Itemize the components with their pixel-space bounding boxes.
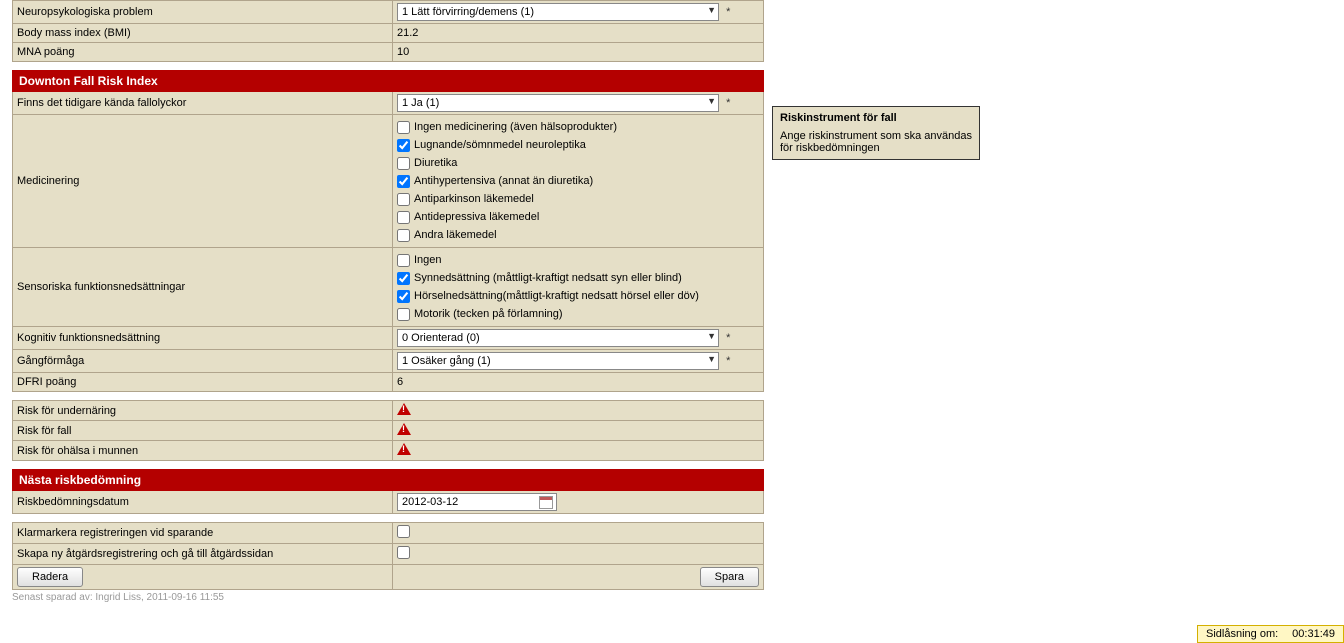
prevfall-value: 1 Ja (1) (402, 97, 439, 109)
neuro-combo-value: 1 Lätt förvirring/demens (1) (402, 6, 534, 18)
medicinering-checkbox[interactable] (397, 121, 410, 134)
tooltip-box: Riskinstrument för fall Ange riskinstrum… (772, 106, 980, 160)
medicinering-option: Antidepressiva läkemedel (397, 208, 759, 226)
next-date-input[interactable]: 2012-03-12 (397, 493, 557, 511)
medicinering-option-label: Lugnande/sömnmedel neuroleptika (414, 137, 586, 153)
top-table: Neuropsykologiska problem 1 Lätt förvirr… (12, 0, 764, 62)
medicinering-option: Diuretika (397, 154, 759, 172)
next-date-label: Riskbedömningsdatum (13, 491, 393, 514)
medicinering-option: Andra läkemedel (397, 226, 759, 244)
klar-checkbox[interactable] (397, 525, 410, 538)
kogn-combo[interactable]: 0 Orienterad (0) ▼ (397, 329, 719, 347)
bmi-label: Body mass index (BMI) (13, 24, 393, 43)
medicinering-option: Antiparkinson läkemedel (397, 190, 759, 208)
skapa-label: Skapa ny åtgärdsregistrering och gå till… (13, 544, 393, 565)
skapa-checkbox[interactable] (397, 546, 410, 559)
downton-table: Downton Fall Risk Index Finns det tidiga… (12, 70, 764, 392)
gang-value: 1 Osäker gång (1) (402, 355, 491, 367)
risk-fall-label: Risk för fall (13, 421, 393, 441)
medicinering-option-label: Antiparkinson läkemedel (414, 191, 534, 207)
sensoriska-option-label: Motorik (tecken på förlamning) (414, 306, 563, 322)
warning-icon (397, 403, 411, 415)
lock-label: Sidlåsning om: (1206, 628, 1278, 640)
radera-button[interactable]: Radera (17, 567, 83, 587)
required-icon: * (726, 355, 730, 367)
medicinering-option: Antihypertensiva (annat än diuretika) (397, 172, 759, 190)
medicinering-option: Lugnande/sömnmedel neuroleptika (397, 136, 759, 154)
sensoriska-checkbox[interactable] (397, 272, 410, 285)
bmi-value: 21.2 (397, 27, 418, 39)
kogn-value: 0 Orienterad (0) (402, 332, 480, 344)
downton-header: Downton Fall Risk Index (13, 71, 764, 92)
next-header: Nästa riskbedömning (13, 470, 764, 491)
neuro-combo[interactable]: 1 Lätt förvirring/demens (1) ▼ (397, 3, 719, 21)
prevfall-label: Finns det tidigare kända fallolyckor (13, 92, 393, 115)
medicinering-checkbox[interactable] (397, 139, 410, 152)
tooltip-title: Riskinstrument för fall (780, 112, 972, 124)
dropdown-icon[interactable]: ▼ (707, 5, 716, 15)
risk-undernaring-label: Risk för undernäring (13, 401, 393, 421)
required-icon: * (726, 6, 730, 18)
sensoriska-option-label: Ingen (414, 252, 442, 268)
sensoriska-checkbox[interactable] (397, 290, 410, 303)
risk-table: Risk för undernäring Risk för fall Risk … (12, 400, 764, 461)
medicinering-checkbox[interactable] (397, 175, 410, 188)
lock-time: 00:31:49 (1292, 628, 1335, 640)
neuro-label: Neuropsykologiska problem (13, 1, 393, 24)
spara-button[interactable]: Spara (700, 567, 759, 587)
dropdown-icon[interactable]: ▼ (707, 96, 716, 106)
medicinering-checkbox[interactable] (397, 157, 410, 170)
dropdown-icon[interactable]: ▼ (707, 354, 716, 364)
sensoriska-checkbox[interactable] (397, 254, 410, 267)
sensoriska-option: Motorik (tecken på förlamning) (397, 305, 759, 323)
medicinering-option-label: Ingen medicinering (även hälsoprodukter) (414, 119, 617, 135)
mna-label: MNA poäng (13, 43, 393, 62)
warning-icon (397, 423, 411, 435)
tooltip-body: Ange riskinstrument som ska användas för… (780, 130, 972, 154)
sensoriska-option: Ingen (397, 251, 759, 269)
gang-combo[interactable]: 1 Osäker gång (1) ▼ (397, 352, 719, 370)
medicinering-checkbox[interactable] (397, 193, 410, 206)
dfri-value: 6 (397, 376, 403, 388)
gang-label: Gångförmåga (13, 350, 393, 373)
required-icon: * (726, 97, 730, 109)
mna-value: 10 (397, 46, 409, 58)
next-table: Nästa riskbedömning Riskbedömningsdatum … (12, 469, 764, 514)
medicinering-checkbox[interactable] (397, 211, 410, 224)
sensoriska-checkbox[interactable] (397, 308, 410, 321)
med-label: Medicinering (13, 115, 393, 248)
sensoriska-option-label: Synnedsättning (måttligt-kraftigt nedsat… (414, 270, 682, 286)
klar-label: Klarmarkera registreringen vid sparande (13, 523, 393, 544)
sensoriska-option: Hörselnedsättning(måttligt-kraftigt neds… (397, 287, 759, 305)
medicinering-option-label: Antihypertensiva (annat än diuretika) (414, 173, 593, 189)
dropdown-icon[interactable]: ▼ (707, 331, 716, 341)
medicinering-option-label: Antidepressiva läkemedel (414, 209, 539, 225)
lock-indicator: Sidlåsning om: 00:31:49 (1197, 625, 1344, 643)
prevfall-combo[interactable]: 1 Ja (1) ▼ (397, 94, 719, 112)
medicinering-option-label: Andra läkemedel (414, 227, 497, 243)
sens-label: Sensoriska funktionsnedsättningar (13, 248, 393, 327)
required-icon: * (726, 332, 730, 344)
medicinering-option-label: Diuretika (414, 155, 457, 171)
medicinering-option: Ingen medicinering (även hälsoprodukter) (397, 118, 759, 136)
last-saved: Senast sparad av: Ingrid Liss, 2011-09-1… (12, 592, 1344, 603)
bottom-table: Klarmarkera registreringen vid sparande … (12, 522, 764, 590)
sensoriska-option-label: Hörselnedsättning(måttligt-kraftigt neds… (414, 288, 699, 304)
dfri-label: DFRI poäng (13, 373, 393, 392)
sensoriska-option: Synnedsättning (måttligt-kraftigt nedsat… (397, 269, 759, 287)
next-date-value: 2012-03-12 (402, 496, 458, 508)
medicinering-checkbox[interactable] (397, 229, 410, 242)
warning-icon (397, 443, 411, 455)
risk-ohalsa-label: Risk för ohälsa i munnen (13, 441, 393, 461)
calendar-icon[interactable] (539, 496, 553, 509)
kogn-label: Kognitiv funktionsnedsättning (13, 327, 393, 350)
